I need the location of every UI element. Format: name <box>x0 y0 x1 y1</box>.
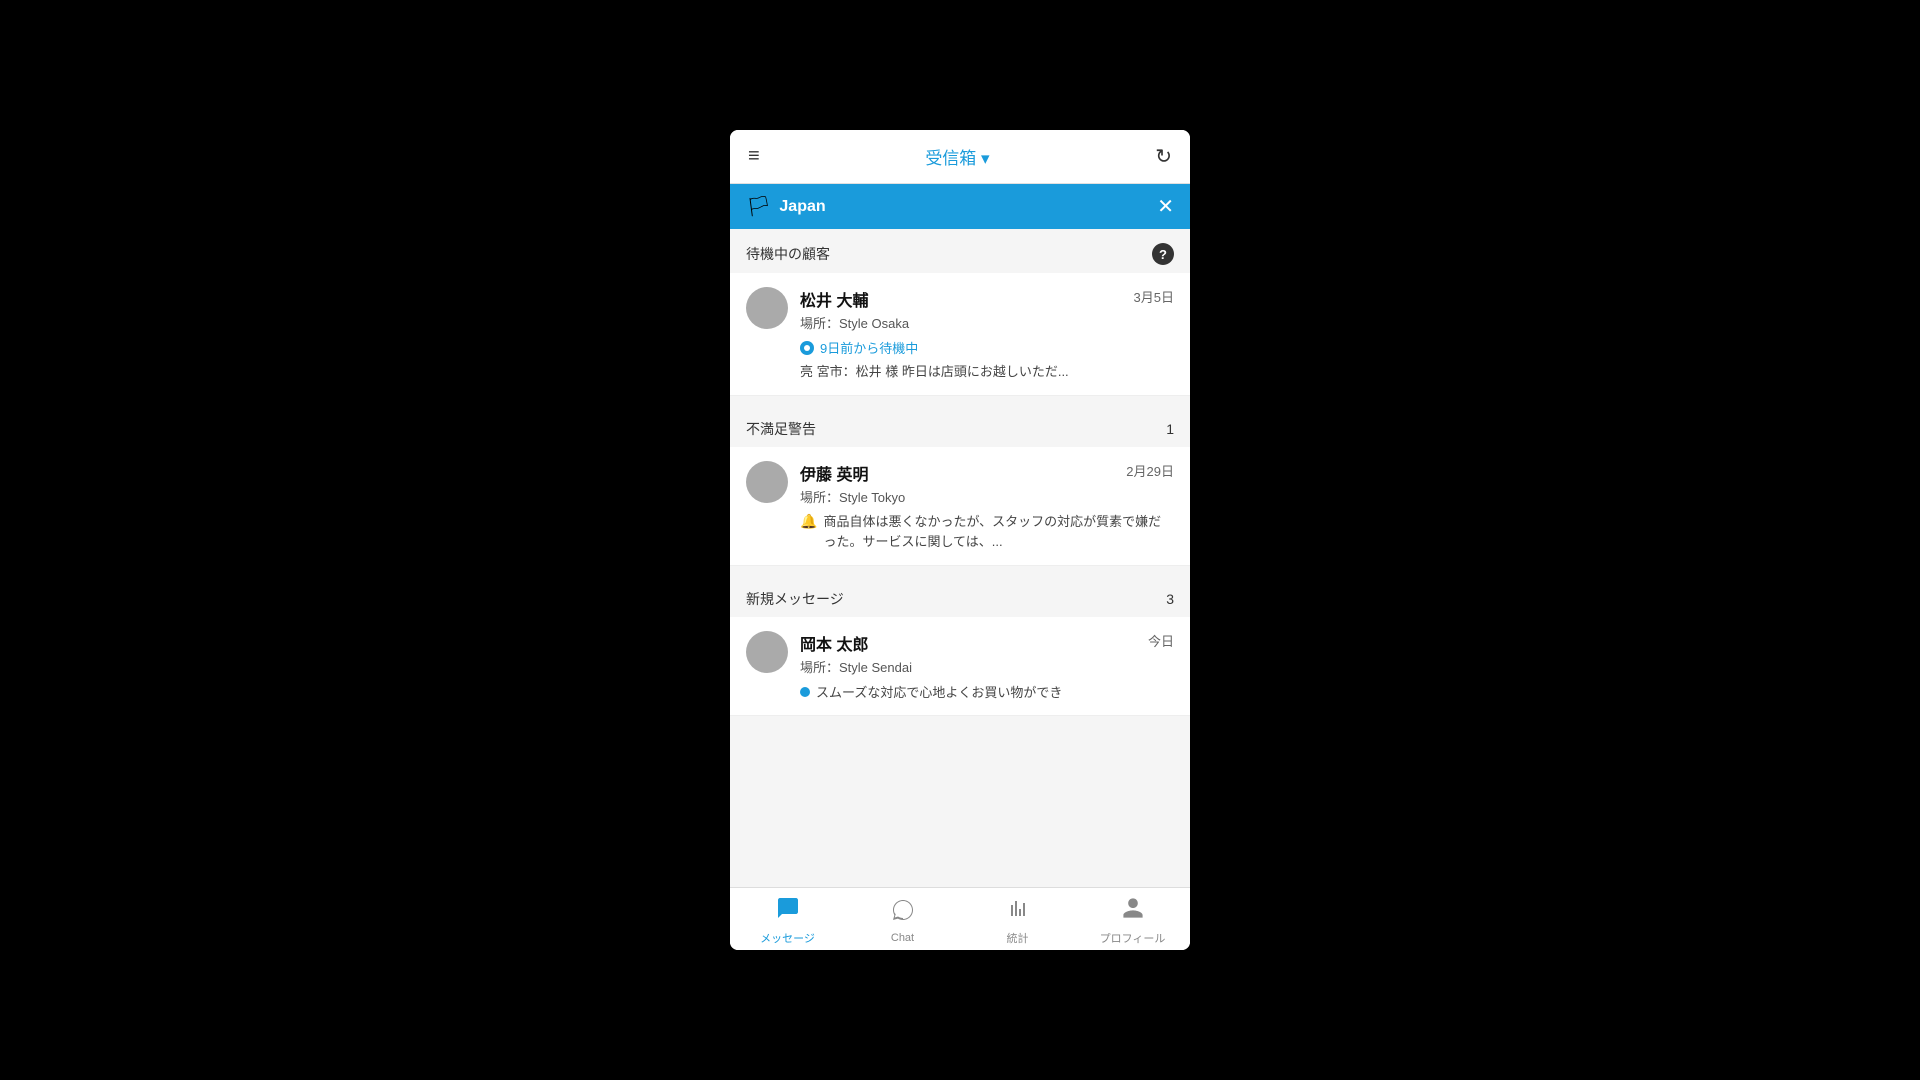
bell-icon: 🔔 <box>800 513 817 530</box>
section-count-dissatisfied: 1 <box>1166 421 1174 437</box>
nav-item-profile[interactable]: プロフィール <box>1075 896 1190 946</box>
section-header-waiting: 待機中の顧客 ? <box>730 229 1190 273</box>
card-date-matsui: 3月5日 <box>1134 287 1174 306</box>
card-okamoto[interactable]: 岡本 太郎 今日 場所：Style Sendai スムーズな対応で心地よくお買い… <box>730 617 1190 716</box>
section-divider-1 <box>730 397 1190 405</box>
banner-text: Japan <box>779 198 825 216</box>
waiting-dot-icon <box>800 341 814 355</box>
section-header-new: 新規メッセージ 3 <box>730 575 1190 617</box>
card-status-new-okamoto: スムーズな対応で心地よくお買い物ができ <box>800 682 1174 701</box>
menu-icon[interactable]: ≡ <box>748 145 760 168</box>
card-name-okamoto: 岡本 太郎 <box>800 631 868 655</box>
chat-nav-icon <box>891 898 915 928</box>
section-count-new: 3 <box>1166 591 1174 607</box>
alert-text-ito: 商品自体は悪くなかったが、スタッフの対応が質素で嫌だった。サービスに関しては、.… <box>823 512 1174 551</box>
messages-nav-label: メッセージ <box>760 930 815 946</box>
card-name-matsui: 松井 大輔 <box>800 287 868 311</box>
chat-nav-label: Chat <box>891 932 914 944</box>
card-body-okamoto: 岡本 太郎 今日 場所：Style Sendai スムーズな対応で心地よくお買い… <box>800 631 1174 701</box>
bottom-nav: メッセージ Chat 統計 プロフィール <box>730 887 1190 950</box>
card-status-waiting-matsui: 9日前から待機中 <box>800 338 1174 357</box>
stats-nav-label: 統計 <box>1007 930 1029 946</box>
profile-nav-icon <box>1121 896 1145 926</box>
header: ≡ 受信箱 ▾ ↻ <box>730 130 1190 184</box>
avatar-okamoto <box>746 631 788 673</box>
card-location-okamoto: 場所：Style Sendai <box>800 657 1174 676</box>
card-date-ito: 2月29日 <box>1126 461 1174 480</box>
stats-nav-icon <box>1006 896 1030 926</box>
phone-frame: ≡ 受信箱 ▾ ↻ 🏳 Japan ✕ 待機中の顧客 ? 松井 大輔 3月5日 <box>730 130 1190 950</box>
section-title-dissatisfied: 不満足警告 <box>746 419 816 439</box>
card-preview-matsui: 亮 宮市：松井 様 昨日は店頭にお越しいただ... <box>800 363 1174 381</box>
card-matsui[interactable]: 松井 大輔 3月5日 場所：Style Osaka 9日前から待機中 亮 宮市：… <box>730 273 1190 396</box>
profile-nav-label: プロフィール <box>1100 930 1166 946</box>
banner-left: 🏳 Japan <box>746 194 826 219</box>
section-divider-2 <box>730 567 1190 575</box>
card-date-okamoto: 今日 <box>1148 631 1174 650</box>
banner-close-button[interactable]: ✕ <box>1157 194 1174 219</box>
card-location-ito: 場所：Style Tokyo <box>800 487 1174 506</box>
card-status-alert-ito: 🔔 商品自体は悪くなかったが、スタッフの対応が質素で嫌だった。サービスに関しては… <box>800 512 1174 551</box>
card-name-ito: 伊藤 英明 <box>800 461 868 485</box>
waiting-text-matsui: 9日前から待機中 <box>820 338 918 357</box>
refresh-icon[interactable]: ↻ <box>1155 144 1172 169</box>
nav-item-messages[interactable]: メッセージ <box>730 896 845 946</box>
flag-icon: 🏳 <box>746 194 771 219</box>
avatar-ito <box>746 461 788 503</box>
new-text-okamoto: スムーズな対応で心地よくお買い物ができ <box>816 682 1062 701</box>
card-location-matsui: 場所：Style Osaka <box>800 313 1174 332</box>
avatar-matsui <box>746 287 788 329</box>
section-title-new: 新規メッセージ <box>746 589 844 609</box>
messages-nav-icon <box>776 896 800 926</box>
card-ito[interactable]: 伊藤 英明 2月29日 場所：Style Tokyo 🔔 商品自体は悪くなかった… <box>730 447 1190 566</box>
card-body-matsui: 松井 大輔 3月5日 場所：Style Osaka 9日前から待機中 亮 宮市：… <box>800 287 1174 381</box>
header-title: 受信箱 ▾ <box>925 144 989 169</box>
section-header-dissatisfied: 不満足警告 1 <box>730 405 1190 447</box>
banner: 🏳 Japan ✕ <box>730 184 1190 229</box>
nav-item-chat[interactable]: Chat <box>845 898 960 944</box>
content-area: 待機中の顧客 ? 松井 大輔 3月5日 場所：Style Osaka 9日前から… <box>730 229 1190 887</box>
nav-item-stats[interactable]: 統計 <box>960 896 1075 946</box>
card-body-ito: 伊藤 英明 2月29日 場所：Style Tokyo 🔔 商品自体は悪くなかった… <box>800 461 1174 551</box>
new-dot-icon <box>800 687 810 697</box>
help-icon[interactable]: ? <box>1152 243 1174 265</box>
section-title-waiting: 待機中の顧客 <box>746 244 830 264</box>
